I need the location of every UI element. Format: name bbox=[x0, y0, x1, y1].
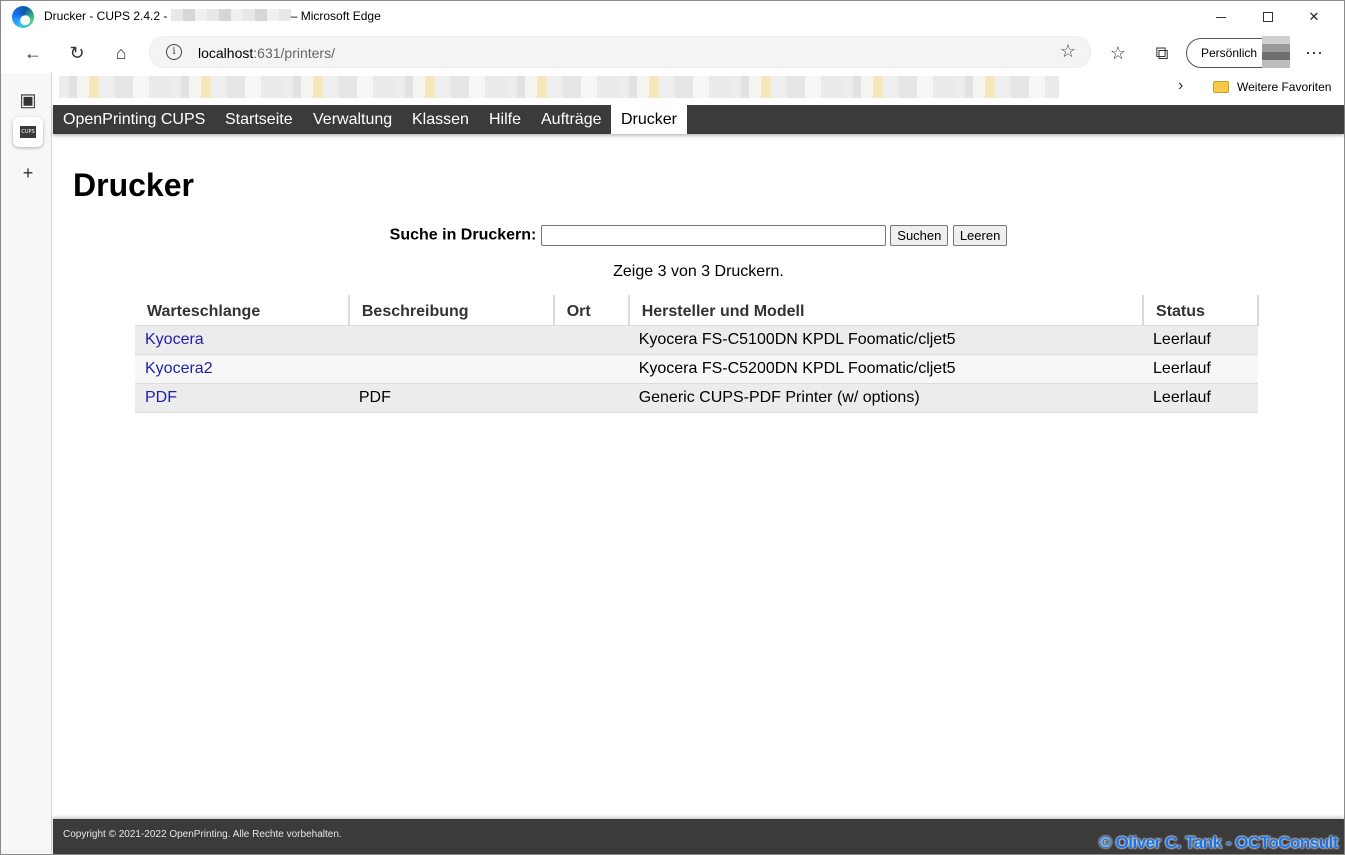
cell-description: PDF bbox=[348, 383, 554, 413]
title-bar: Drucker - CUPS 2.4.2 - – Microsoft Edge … bbox=[1, 1, 1344, 33]
window-title: Drucker - CUPS 2.4.2 - – Microsoft Edge bbox=[44, 9, 381, 23]
printer-table: Warteschlange Beschreibung Ort Herstelle… bbox=[135, 295, 1259, 413]
cell-description bbox=[348, 325, 554, 355]
browser-toolbar: ← ↻ ⌂ i localhost:631/printers/ ☆ ☆ ⧉ Pe… bbox=[1, 33, 1344, 73]
cell-location bbox=[553, 354, 629, 384]
folder-icon bbox=[1213, 81, 1229, 93]
screenshot-credit-watermark: © Oliver C. Tank - OCToConsult bbox=[1099, 833, 1338, 852]
favorites-bar: › Weitere Favoriten bbox=[1, 73, 1344, 101]
window-title-suffix: – Microsoft Edge bbox=[290, 9, 381, 23]
home-icon: ⌂ bbox=[115, 42, 127, 63]
copyright-text: Copyright © 2021-2022 OpenPrinting. Alle… bbox=[63, 829, 342, 840]
maximize-icon bbox=[1263, 12, 1273, 22]
site-info-icon[interactable]: i bbox=[166, 44, 182, 60]
nav-klassen[interactable]: Klassen bbox=[402, 105, 479, 134]
cell-status: Leerlauf bbox=[1143, 383, 1258, 413]
cell-queue: Kyocera2 bbox=[135, 354, 349, 384]
reload-button[interactable]: ↻ bbox=[62, 39, 92, 67]
printer-link[interactable]: PDF bbox=[145, 389, 177, 406]
table-row: PDF PDF Generic CUPS-PDF Printer (w/ opt… bbox=[135, 383, 1258, 413]
new-tab-button[interactable]: + bbox=[13, 158, 43, 188]
printer-link[interactable]: Kyocera bbox=[145, 331, 204, 348]
minimize-icon bbox=[1216, 16, 1226, 18]
back-arrow-icon: ← bbox=[24, 42, 42, 63]
window-title-prefix: Drucker - CUPS 2.4.2 - bbox=[44, 9, 168, 23]
nav-hilfe[interactable]: Hilfe bbox=[479, 105, 531, 134]
home-button[interactable]: ⌂ bbox=[106, 39, 136, 67]
url-text[interactable]: localhost:631/printers/ bbox=[198, 45, 335, 61]
header-model: Hersteller und Modell bbox=[628, 295, 1145, 326]
profile-label: Persönlich bbox=[1201, 46, 1258, 60]
cell-description bbox=[348, 354, 554, 384]
tab-actions-button[interactable]: ▣ bbox=[13, 85, 43, 115]
cell-status: Leerlauf bbox=[1143, 354, 1258, 384]
cell-queue: Kyocera bbox=[135, 325, 349, 355]
settings-more-button[interactable]: ⋯ bbox=[1299, 39, 1329, 67]
more-dots-icon: ⋯ bbox=[1305, 42, 1323, 63]
nav-drucker[interactable]: Drucker bbox=[611, 105, 687, 134]
plus-icon: + bbox=[22, 162, 34, 183]
table-header-row: Warteschlange Beschreibung Ort Herstelle… bbox=[135, 295, 1259, 326]
cell-queue: PDF bbox=[135, 383, 349, 413]
search-input[interactable] bbox=[540, 225, 886, 246]
nav-startseite[interactable]: Startseite bbox=[215, 105, 303, 134]
reload-icon: ↻ bbox=[69, 42, 85, 63]
page-title: Drucker bbox=[73, 167, 194, 203]
redacted-text bbox=[170, 9, 291, 21]
close-button[interactable]: ✕ bbox=[1291, 1, 1337, 33]
favorites-button[interactable]: ☆ bbox=[1103, 39, 1133, 67]
cups-favicon-icon: CUPS bbox=[20, 126, 36, 138]
tab-cups[interactable]: CUPS bbox=[13, 117, 43, 147]
printer-search-form: Suche in Druckern: Suchen Leeren bbox=[53, 225, 1344, 246]
maximize-button[interactable] bbox=[1245, 1, 1291, 33]
url-path: :631/printers/ bbox=[253, 45, 335, 61]
close-icon: ✕ bbox=[1308, 9, 1320, 24]
nav-auftraege[interactable]: Aufträge bbox=[531, 105, 611, 134]
vertical-tab-strip: ▣ CUPS + bbox=[1, 73, 52, 854]
clear-button[interactable]: Leeren bbox=[952, 225, 1008, 246]
tab-actions-icon: ▣ bbox=[19, 89, 37, 110]
printer-link[interactable]: Kyocera2 bbox=[145, 360, 213, 377]
search-label: Suche in Druckern: bbox=[389, 226, 537, 244]
browser-window: Drucker - CUPS 2.4.2 - – Microsoft Edge … bbox=[0, 0, 1345, 855]
url-host: localhost bbox=[198, 45, 254, 61]
redacted-favorites bbox=[59, 76, 1059, 98]
edge-logo-icon bbox=[12, 6, 34, 28]
other-favorites-link[interactable]: Weitere Favoriten bbox=[1237, 80, 1331, 94]
nav-openprinting-cups[interactable]: OpenPrinting CUPS bbox=[53, 105, 215, 134]
header-location: Ort bbox=[553, 295, 630, 326]
cell-location bbox=[553, 325, 629, 355]
profile-button[interactable]: Persönlich bbox=[1186, 36, 1290, 68]
back-button[interactable]: ← bbox=[18, 39, 48, 67]
cell-model: Generic CUPS-PDF Printer (w/ options) bbox=[628, 383, 1144, 413]
nav-verwaltung[interactable]: Verwaltung bbox=[303, 105, 402, 134]
collections-button[interactable]: ⧉ bbox=[1147, 39, 1177, 67]
avatar bbox=[1262, 36, 1290, 68]
page-footer: Copyright © 2021-2022 OpenPrinting. Alle… bbox=[53, 819, 1344, 854]
add-favorite-star-icon[interactable]: ☆ bbox=[1060, 41, 1076, 62]
cell-model: Kyocera FS-C5200DN KPDL Foomatic/cljet5 bbox=[628, 354, 1144, 384]
minimize-button[interactable] bbox=[1198, 1, 1244, 33]
favorites-overflow-chevron-icon[interactable]: › bbox=[1178, 77, 1183, 95]
header-status: Status bbox=[1143, 295, 1259, 326]
cell-model: Kyocera FS-C5100DN KPDL Foomatic/cljet5 bbox=[628, 325, 1144, 355]
cups-nav-bar: OpenPrinting CUPS Startseite Verwaltung … bbox=[53, 105, 1344, 134]
header-description: Beschreibung bbox=[348, 295, 555, 326]
web-page: OpenPrinting CUPS Startseite Verwaltung … bbox=[53, 105, 1344, 854]
table-row: Kyocera Kyocera FS-C5100DN KPDL Foomatic… bbox=[135, 325, 1258, 355]
cell-location bbox=[553, 383, 629, 413]
table-row: Kyocera2 Kyocera FS-C5200DN KPDL Foomati… bbox=[135, 354, 1258, 384]
search-button[interactable]: Suchen bbox=[890, 225, 949, 246]
favorites-list-icon: ☆ bbox=[1109, 42, 1127, 63]
result-count: Zeige 3 von 3 Druckern. bbox=[613, 263, 784, 280]
cell-status: Leerlauf bbox=[1143, 325, 1258, 355]
header-queue: Warteschlange bbox=[135, 295, 350, 326]
collections-icon: ⧉ bbox=[1155, 42, 1169, 63]
address-bar[interactable]: i localhost:631/printers/ ☆ bbox=[149, 36, 1091, 68]
